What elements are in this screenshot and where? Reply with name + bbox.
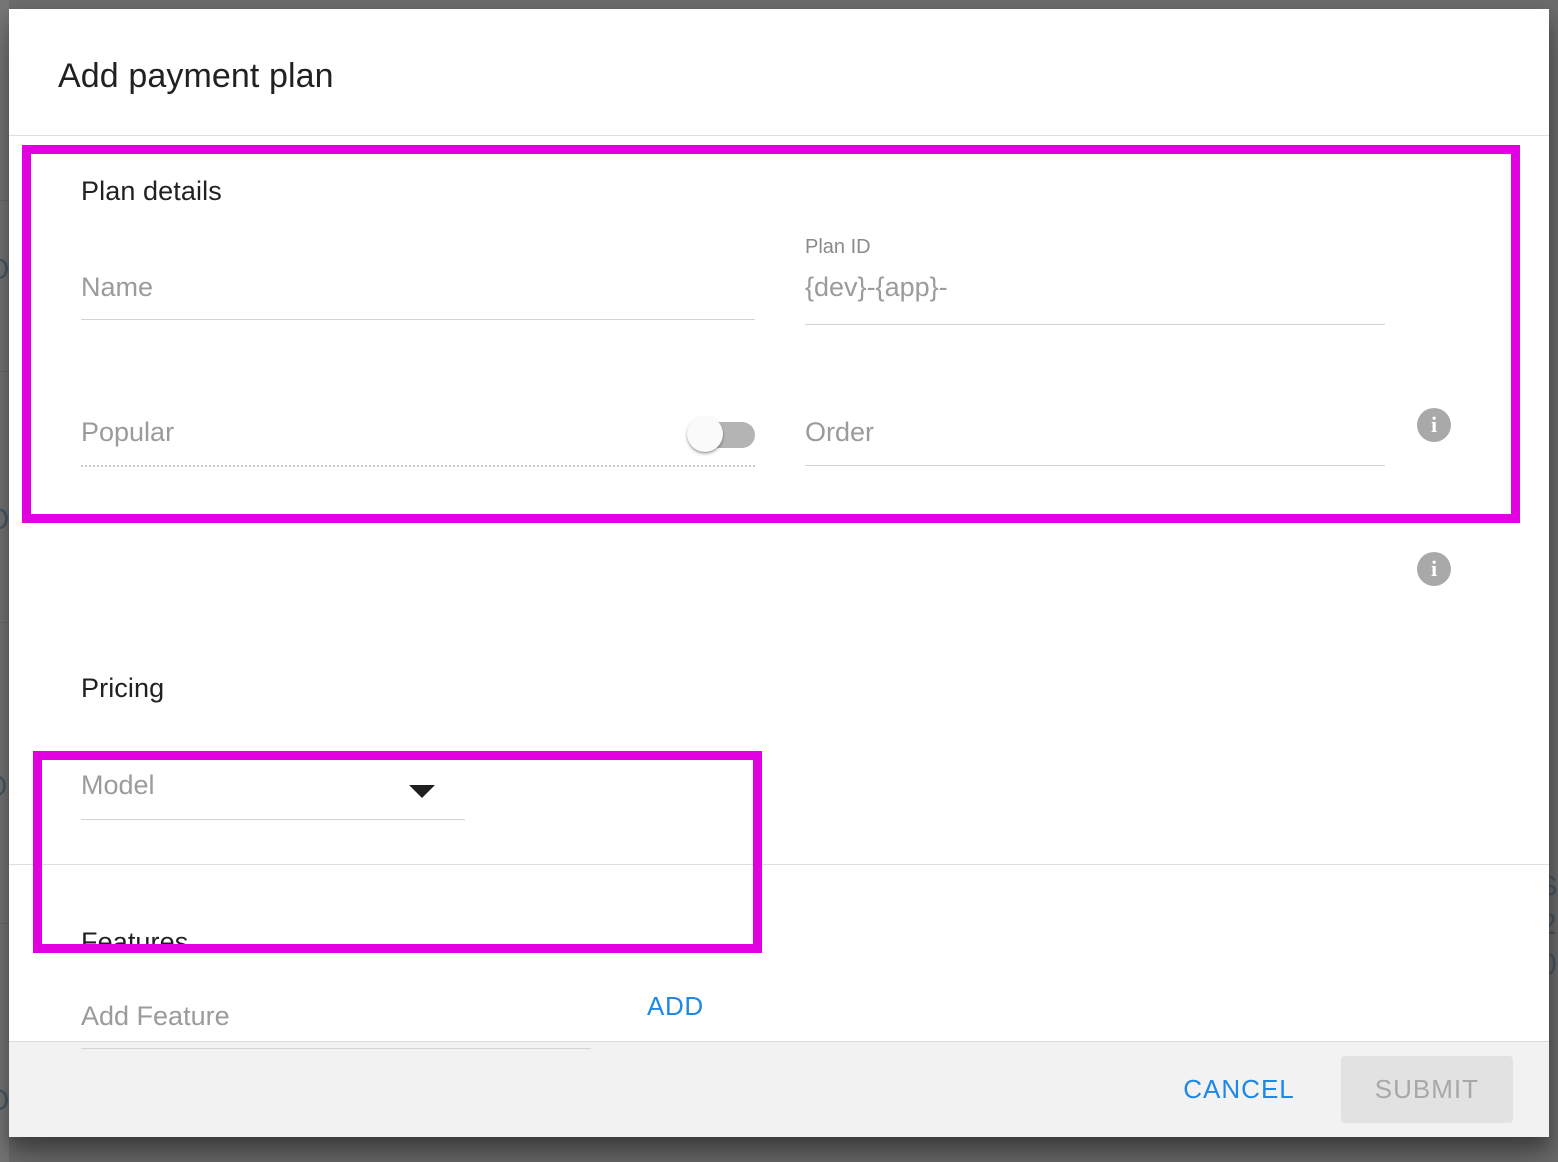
chevron-down-icon[interactable]: [409, 785, 435, 798]
background-glyph: O: [0, 255, 9, 285]
features-heading: Features: [81, 927, 189, 957]
order-underline: [805, 465, 1385, 466]
popular-label: Popular: [81, 417, 175, 447]
popular-toggle-field[interactable]: Popular: [81, 411, 755, 471]
plan-details-heading: Plan details: [81, 176, 222, 206]
model-select-value[interactable]: Model: [81, 770, 155, 801]
add-feature-input[interactable]: Add Feature: [81, 1001, 230, 1032]
background-band: [0, 201, 9, 371]
pricing-heading: Pricing: [81, 673, 165, 703]
popular-toggle[interactable]: [687, 416, 755, 452]
background-band: [0, 0, 9, 200]
model-select-field[interactable]: Model: [81, 764, 465, 824]
plan-id-label: Plan ID: [805, 236, 871, 258]
background-glyph: O: [0, 505, 9, 535]
plan-id-input[interactable]: {dev}-{app}-: [805, 272, 948, 303]
add-feature-button[interactable]: ADD: [647, 991, 704, 1022]
order-input[interactable]: Order: [805, 417, 874, 448]
dialog-body: Plan details Name Plan ID {dev}-{app}- i…: [9, 136, 1549, 1049]
background-band: [0, 372, 9, 622]
name-field[interactable]: Name: [81, 266, 755, 326]
popular-underline: [81, 465, 755, 467]
plan-id-field[interactable]: Plan ID {dev}-{app}-: [805, 236, 1385, 328]
plan-id-info-icon[interactable]: i: [1417, 408, 1451, 442]
background-glyph: O: [0, 1086, 9, 1116]
add-feature-field[interactable]: Add Feature: [81, 997, 591, 1057]
order-field[interactable]: Order: [805, 411, 1385, 471]
pricing-section: Pricing Model: [9, 536, 1549, 864]
model-underline: [81, 819, 465, 820]
background-glyph: O: [0, 772, 7, 802]
name-underline: [81, 319, 755, 320]
add-payment-plan-dialog: Add payment plan Plan details Name Plan …: [9, 9, 1549, 1137]
name-input[interactable]: Name: [81, 272, 153, 303]
plan-id-underline: [805, 324, 1385, 325]
page-title: Add payment plan: [58, 57, 334, 95]
toggle-knob[interactable]: [687, 416, 723, 452]
background-band: [0, 924, 9, 1162]
features-section: Features Add Feature ADD: [9, 865, 1549, 1095]
add-feature-underline: [81, 1048, 591, 1049]
